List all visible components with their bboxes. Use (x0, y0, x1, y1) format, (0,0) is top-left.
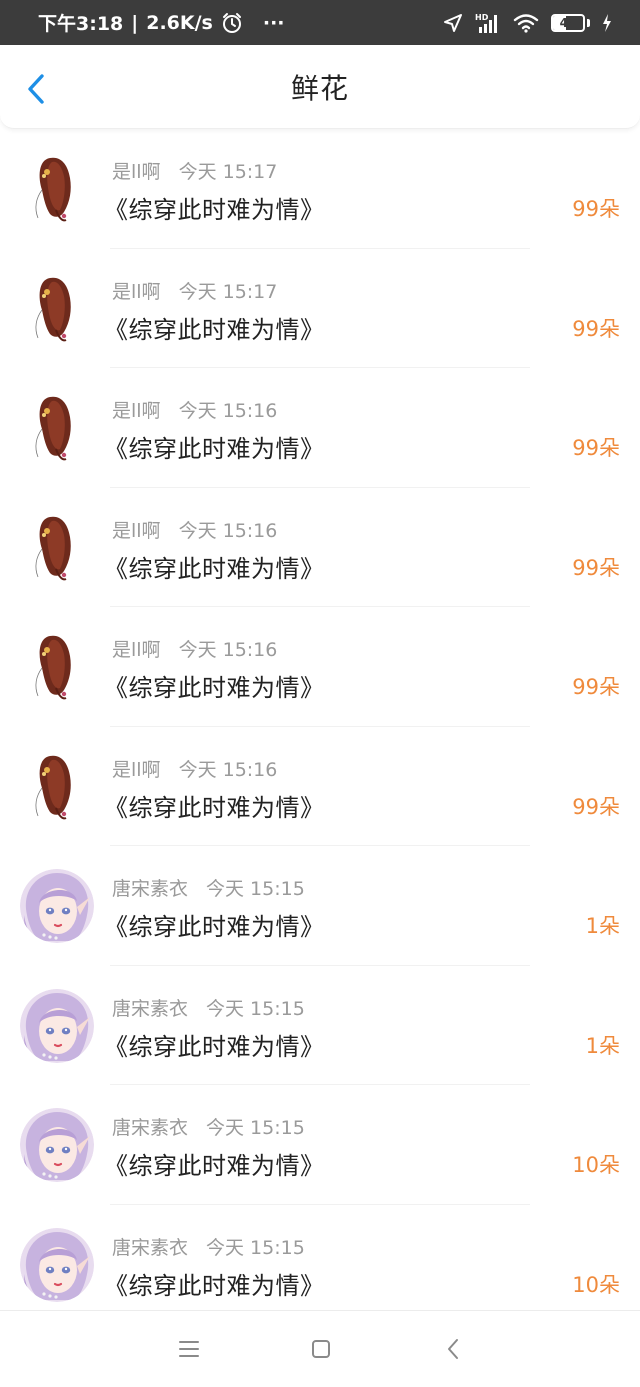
battery-icon: 44 (551, 13, 590, 32)
user-name: 唐宋素衣 (112, 1117, 189, 1139)
home-square-icon (312, 1340, 330, 1358)
gift-row[interactable]: 唐宋素衣 今天 15:15 《综穿此时难为情》 10朵 (0, 1085, 640, 1205)
avatar[interactable] (20, 869, 94, 943)
back-triangle-icon (448, 1339, 458, 1359)
gift-time: 今天 15:16 (178, 639, 278, 661)
back-button[interactable] (18, 71, 54, 107)
gift-time: 今天 15:17 (178, 161, 278, 183)
avatar[interactable] (20, 271, 94, 346)
location-arrow-icon (443, 13, 463, 33)
gift-time: 今天 15:15 (206, 878, 305, 900)
book-title: 《综穿此时难为情》 (104, 674, 325, 702)
back-nav-button[interactable] (442, 1338, 464, 1360)
gift-meta: 唐宋素衣 今天 15:15 (112, 994, 305, 1021)
gift-meta: 是ll啊 今天 15:16 (112, 396, 277, 423)
gift-row[interactable]: 唐宋素衣 今天 15:15 《综穿此时难为情》 1朵 (0, 966, 640, 1085)
gift-time: 今天 15:16 (178, 519, 278, 542)
gift-meta: 唐宋素衣 今天 15:15 (112, 1233, 305, 1260)
user-name: 是ll啊 (112, 758, 161, 781)
gift-meta: 是ll啊 今天 15:16 (112, 755, 277, 782)
book-title: 《综穿此时难为情》 (104, 1152, 325, 1180)
book-title: 《综穿此时难为情》 (104, 554, 325, 583)
gift-row[interactable]: 是ll啊 今天 15:16 《综穿此时难为情》 99朵 (0, 368, 640, 488)
gift-meta: 是ll啊 今天 15:16 (112, 516, 277, 543)
book-title: 《综穿此时难为情》 (104, 1032, 325, 1061)
user-name: 唐宋素衣 (112, 997, 189, 1020)
gift-row[interactable]: 是ll啊 今天 15:16 《综穿此时难为情》 99朵 (0, 607, 640, 727)
flower-amount: 99朵 (572, 555, 620, 580)
battery-level: 44 (559, 15, 577, 30)
avatar[interactable] (20, 988, 94, 1063)
gift-row[interactable]: 是ll啊 今天 15:16 《综穿此时难为情》 99朵 (0, 727, 640, 846)
flower-amount: 10朵 (572, 1153, 620, 1177)
gift-time: 今天 15:15 (206, 997, 305, 1020)
flower-amount: 99朵 (572, 436, 620, 460)
menu-icon (179, 1341, 199, 1357)
gift-meta: 是ll啊 今天 15:17 (112, 277, 277, 304)
hd-signal-icon: HD (475, 12, 501, 34)
status-bar: 下午3:18 | 2.6K/s ··· HD 44 (0, 0, 640, 45)
gift-row[interactable]: 是ll啊 今天 15:17 《综穿此时难为情》 99朵 (0, 249, 640, 368)
svg-text:HD: HD (475, 13, 489, 22)
gift-meta: 唐宋素衣 今天 15:15 (112, 1113, 305, 1140)
user-name: 唐宋素衣 (112, 878, 189, 900)
gift-time: 今天 15:16 (178, 758, 278, 781)
gift-time: 今天 15:15 (206, 1236, 305, 1259)
network-speed: 2.6K/s (146, 11, 213, 34)
gift-meta: 是ll啊 今天 15:16 (112, 635, 277, 662)
flower-amount: 99朵 (572, 316, 620, 341)
flower-amount: 99朵 (572, 794, 620, 819)
flower-amount: 10朵 (572, 1272, 620, 1297)
gift-meta: 是ll啊 今天 15:17 (112, 157, 277, 184)
flower-amount: 1朵 (585, 914, 620, 938)
alarm-icon (221, 12, 243, 34)
gift-row[interactable]: 是ll啊 今天 15:17 《综穿此时难为情》 99朵 (0, 129, 640, 249)
flower-amount: 1朵 (585, 1033, 620, 1058)
user-name: 是ll啊 (112, 400, 161, 422)
flower-amount: 99朵 (572, 197, 620, 221)
header: 鲜花 (0, 45, 640, 129)
flower-amount: 99朵 (572, 675, 620, 699)
avatar[interactable] (20, 391, 94, 465)
status-time: 下午3:18 (38, 13, 124, 35)
wifi-icon (513, 13, 539, 33)
gift-row[interactable]: 唐宋素衣 今天 15:15 《综穿此时难为情》 1朵 (0, 846, 640, 966)
avatar[interactable] (20, 152, 94, 226)
gift-time: 今天 15:17 (178, 280, 278, 303)
gift-list: 是ll啊 今天 15:17 《综穿此时难为情》 99朵 是ll啊 今天 15:17 《综穿此… (0, 129, 640, 1324)
gift-time: 今天 15:16 (178, 400, 278, 422)
avatar[interactable] (20, 510, 94, 585)
book-title: 《综穿此时难为情》 (104, 315, 325, 344)
user-name: 是ll啊 (112, 280, 161, 303)
gift-time: 今天 15:15 (206, 1117, 305, 1139)
home-button[interactable] (310, 1338, 332, 1360)
status-separator: | (131, 11, 139, 34)
gift-meta: 唐宋素衣 今天 15:15 (112, 874, 305, 901)
user-name: 唐宋素衣 (112, 1236, 189, 1259)
chevron-left-icon (28, 74, 44, 104)
book-title: 《综穿此时难为情》 (104, 913, 325, 941)
system-nav-bar (0, 1310, 640, 1387)
book-title: 《综穿此时难为情》 (104, 793, 325, 822)
gift-row[interactable]: 是ll啊 今天 15:16 《综穿此时难为情》 99朵 (0, 488, 640, 607)
charging-icon (602, 13, 612, 33)
user-name: 是ll啊 (112, 161, 161, 183)
user-name: 是ll啊 (112, 519, 161, 542)
book-title: 《综穿此时难为情》 (104, 196, 325, 224)
avatar[interactable] (20, 749, 94, 824)
book-title: 《综穿此时难为情》 (104, 435, 325, 463)
avatar[interactable] (20, 630, 94, 704)
status-left: 下午3:18 | 2.6K/s ··· (38, 9, 285, 36)
avatar[interactable] (20, 1108, 94, 1182)
status-right: HD 44 (443, 12, 612, 34)
book-title: 《综穿此时难为情》 (104, 1271, 325, 1300)
avatar[interactable] (20, 1227, 94, 1302)
gift-row[interactable]: 唐宋素衣 今天 15:15 《综穿此时难为情》 10朵 (0, 1205, 640, 1324)
menu-button[interactable] (178, 1338, 200, 1360)
user-name: 是ll啊 (112, 639, 161, 661)
more-dots: ··· (262, 11, 285, 34)
page-title: 鲜花 (290, 71, 349, 105)
